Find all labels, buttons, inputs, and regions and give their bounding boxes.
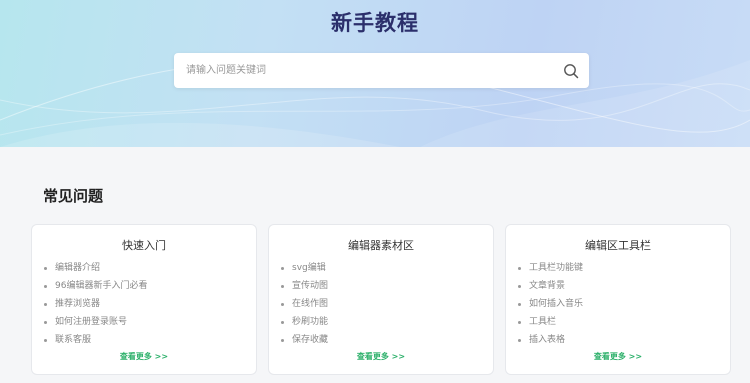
list-item-label: 96编辑器新手入门必看	[55, 281, 148, 291]
bullet-dot-icon	[518, 321, 521, 324]
list-item-label: 推荐浏览器	[55, 299, 101, 309]
bullet-dot-icon	[44, 285, 47, 288]
list-item-label: 保存收藏	[292, 335, 329, 345]
view-more-link[interactable]: 查看更多 >>	[506, 351, 730, 362]
search-input[interactable]	[174, 53, 553, 88]
faq-cards: 快速入门 编辑器介绍 96编辑器新手入门必看 推荐浏览器 如何注册登录账号 联系…	[31, 224, 731, 375]
search-icon	[564, 63, 579, 78]
list-item[interactable]: 工具栏功能键	[518, 262, 583, 280]
bullet-dot-icon	[44, 267, 47, 270]
list-item[interactable]: 文章背景	[518, 280, 583, 298]
bullet-dot-icon	[518, 285, 521, 288]
bullet-dot-icon	[518, 267, 521, 270]
faq-section-title: 常见问题	[43, 187, 104, 205]
card-title: 编辑器素材区	[348, 239, 414, 252]
list-item-label: 秒刷功能	[292, 317, 329, 327]
bullet-dot-icon	[281, 321, 284, 324]
list-item[interactable]: 插入表格	[518, 334, 583, 352]
faq-card-quick-start: 快速入门 编辑器介绍 96编辑器新手入门必看 推荐浏览器 如何注册登录账号 联系…	[31, 224, 257, 375]
list-item-label: 插入表格	[529, 335, 566, 345]
bullet-dot-icon	[281, 285, 284, 288]
view-more-link[interactable]: 查看更多 >>	[32, 351, 256, 362]
bullet-dot-icon	[281, 267, 284, 270]
list-item[interactable]: svg编辑	[281, 262, 328, 280]
card-title: 编辑区工具栏	[585, 239, 651, 252]
faq-card-toolbar: 编辑区工具栏 工具栏功能键 文章背景 如何插入音乐 工具栏 插入表格 查看更多 …	[505, 224, 731, 375]
bullet-dot-icon	[44, 321, 47, 324]
search-box	[174, 53, 589, 88]
list-item[interactable]: 如何注册登录账号	[44, 316, 147, 334]
list-item[interactable]: 保存收藏	[281, 334, 328, 352]
card-list: 编辑器介绍 96编辑器新手入门必看 推荐浏览器 如何注册登录账号 联系客服	[44, 262, 147, 352]
card-title: 快速入门	[122, 239, 166, 252]
bullet-dot-icon	[281, 303, 284, 306]
bullet-dot-icon	[518, 339, 521, 342]
search-button[interactable]	[553, 53, 589, 88]
list-item-label: 工具栏	[529, 317, 557, 327]
list-item[interactable]: 如何插入音乐	[518, 298, 583, 316]
list-item[interactable]: 推荐浏览器	[44, 298, 147, 316]
list-item[interactable]: 96编辑器新手入门必看	[44, 280, 147, 298]
list-item-label: 在线作图	[292, 299, 329, 309]
list-item[interactable]: 在线作图	[281, 298, 328, 316]
card-list: svg编辑 宣传动图 在线作图 秒刷功能 保存收藏	[281, 262, 328, 352]
list-item-label: 工具栏功能键	[529, 263, 584, 273]
list-item[interactable]: 工具栏	[518, 316, 583, 334]
faq-card-material-area: 编辑器素材区 svg编辑 宣传动图 在线作图 秒刷功能 保存收藏 查看更多 >>	[268, 224, 494, 375]
bullet-dot-icon	[44, 303, 47, 306]
list-item[interactable]: 编辑器介绍	[44, 262, 147, 280]
card-list: 工具栏功能键 文章背景 如何插入音乐 工具栏 插入表格	[518, 262, 583, 352]
bullet-dot-icon	[281, 339, 284, 342]
bullet-dot-icon	[518, 303, 521, 306]
list-item-label: 文章背景	[529, 281, 566, 291]
list-item-label: 联系客服	[55, 335, 92, 345]
list-item[interactable]: 宣传动图	[281, 280, 328, 298]
list-item-label: 编辑器介绍	[55, 263, 101, 273]
list-item-label: 如何插入音乐	[529, 299, 584, 309]
hero-banner: 新手教程	[0, 0, 750, 147]
list-item-label: 如何注册登录账号	[55, 317, 128, 327]
list-item[interactable]: 联系客服	[44, 334, 147, 352]
list-item[interactable]: 秒刷功能	[281, 316, 328, 334]
list-item-label: svg编辑	[292, 263, 326, 273]
bullet-dot-icon	[44, 339, 47, 342]
list-item-label: 宣传动图	[292, 281, 329, 291]
page-title: 新手教程	[331, 11, 419, 35]
view-more-link[interactable]: 查看更多 >>	[269, 351, 493, 362]
